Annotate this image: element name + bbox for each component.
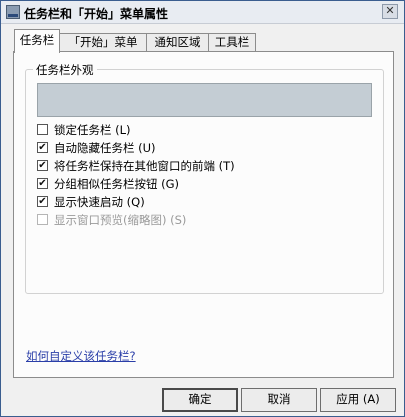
quick-launch-checkbox[interactable]: ✔: [37, 196, 48, 207]
taskbar-preview: [37, 83, 372, 117]
tab-start-menu[interactable]: 「开始」菜单: [59, 33, 147, 51]
lock-taskbar-checkbox[interactable]: [37, 124, 48, 135]
tab-toolbars[interactable]: 工具栏: [208, 33, 256, 51]
tab-notification-area[interactable]: 通知区域: [146, 33, 209, 51]
window-preview-checkbox: [37, 214, 48, 225]
group-label: 任务栏外观: [33, 62, 97, 78]
window-title: 任务栏和「开始」菜单属性: [24, 7, 169, 21]
apply-button[interactable]: 应用 (A): [320, 388, 396, 412]
option-label: 将任务栏保持在其他窗口的前端 (T): [54, 159, 235, 173]
ok-button[interactable]: 确定: [162, 388, 238, 412]
taskbar-properties-icon: [6, 5, 20, 19]
tab-panel: 任务栏外观 锁定任务栏 (L) ✔ 自动隐藏任务栏 (U) ✔ 将任务栏保持在其…: [13, 51, 394, 378]
option-label: 显示快速启动 (Q): [54, 195, 145, 209]
auto-hide-checkbox[interactable]: ✔: [37, 142, 48, 153]
customize-taskbar-help-link[interactable]: 如何自定义该任务栏?: [26, 348, 136, 364]
keep-on-top-checkbox[interactable]: ✔: [37, 160, 48, 171]
tab-taskbar[interactable]: 任务栏: [14, 29, 60, 53]
cancel-button[interactable]: 取消: [241, 388, 317, 412]
option-label: 分组相似任务栏按钮 (G): [54, 177, 180, 191]
option-label: 自动隐藏任务栏 (U): [54, 141, 156, 155]
group-buttons-checkbox[interactable]: ✔: [37, 178, 48, 189]
option-label: 锁定任务栏 (L): [54, 123, 131, 137]
taskbar-appearance-group: 任务栏外观 锁定任务栏 (L) ✔ 自动隐藏任务栏 (U) ✔ 将任务栏保持在其…: [25, 62, 384, 294]
close-button[interactable]: ✕: [382, 4, 398, 19]
option-label: 显示窗口预览(缩略图) (S): [54, 213, 187, 227]
title-bar[interactable]: 任务栏和「开始」菜单属性 ✕: [1, 1, 404, 24]
dialog-window: 任务栏和「开始」菜单属性 ✕ 任务栏 「开始」菜单 通知区域 工具栏 任务栏外观…: [0, 0, 405, 417]
